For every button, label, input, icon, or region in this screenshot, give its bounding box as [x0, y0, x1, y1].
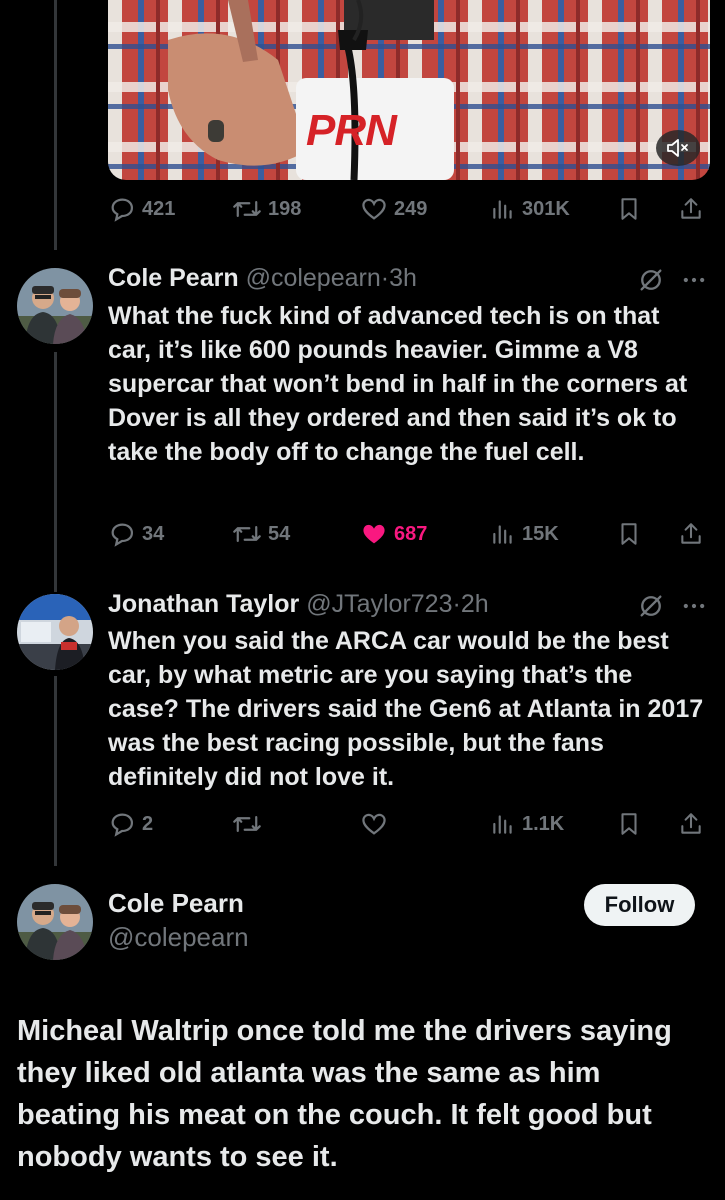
reply-button[interactable]: 421	[108, 194, 175, 224]
repost-button[interactable]: 54	[232, 519, 290, 549]
avatar[interactable]	[17, 594, 93, 670]
avatar-photo	[17, 884, 93, 960]
views-icon	[493, 200, 512, 219]
thread-line	[54, 352, 57, 592]
views-button[interactable]: 15K	[490, 519, 559, 549]
repost-icon	[233, 815, 261, 833]
hidden-reply-icon[interactable]	[637, 266, 665, 294]
like-button[interactable]	[360, 809, 388, 839]
avatar-photo	[17, 268, 93, 344]
heart-icon	[362, 198, 386, 220]
action-bar: 2 1.1K	[108, 809, 708, 839]
author-name[interactable]: Cole Pearn	[108, 888, 244, 919]
tweet-text: When you said the ARCA car would be the …	[108, 627, 704, 791]
tweet-header: Jonathan Taylor @JTaylor723·2h	[108, 588, 489, 620]
repost-count: 198	[268, 197, 302, 220]
reply-button[interactable]: 2	[108, 809, 153, 839]
views-button[interactable]: 301K	[490, 194, 570, 224]
bookmark-icon	[621, 523, 637, 545]
action-bar: 421 198 249 301K	[108, 194, 708, 224]
view-count: 301K	[522, 197, 570, 220]
views-button[interactable]: 1.1K	[490, 809, 564, 839]
reply-count: 2	[142, 812, 154, 835]
repost-button[interactable]	[232, 809, 262, 839]
tweet-header: Cole Pearn @colepearn·3h	[108, 262, 417, 294]
follow-button[interactable]: Follow	[584, 884, 695, 926]
reply-count: 421	[142, 197, 176, 220]
view-count: 1.1K	[522, 812, 565, 835]
like-button[interactable]: 249	[360, 194, 427, 224]
author-name[interactable]: Jonathan Taylor	[108, 590, 299, 618]
reply-icon	[111, 198, 134, 222]
author-handle[interactable]: @colepearn	[246, 264, 381, 292]
share-button[interactable]	[678, 809, 704, 839]
views-icon	[493, 815, 512, 834]
author-name[interactable]: Cole Pearn	[108, 264, 239, 292]
like-button[interactable]: 687	[360, 519, 427, 549]
separator-dot: ·	[452, 590, 461, 618]
mic-flag-logo: PRN	[306, 106, 397, 155]
view-count: 15K	[522, 522, 559, 545]
thread-line	[54, 676, 57, 866]
action-bar: 34 54 687 15K	[108, 519, 708, 549]
thread-line	[54, 0, 57, 250]
tweet-text: What the fuck kind of advanced tech is o…	[108, 302, 688, 466]
video-frame	[108, 0, 710, 180]
avatar-photo	[17, 594, 93, 670]
timestamp[interactable]: 3h	[389, 264, 417, 292]
hidden-reply-icon[interactable]	[637, 592, 665, 620]
mute-button[interactable]	[656, 130, 700, 166]
repost-button[interactable]: 198	[232, 194, 301, 224]
bookmark-button[interactable]	[616, 194, 642, 224]
like-count: 249	[394, 197, 428, 220]
reply-button[interactable]: 34	[108, 519, 164, 549]
views-icon	[493, 525, 512, 544]
avatar[interactable]	[17, 268, 93, 344]
repost-count: 54	[268, 522, 291, 545]
avatar[interactable]	[17, 884, 93, 960]
speaker-mute-icon	[667, 139, 688, 157]
separator-dot: ·	[380, 264, 390, 292]
author-handle[interactable]: @colepearn	[108, 922, 249, 953]
share-button[interactable]	[678, 519, 704, 549]
bookmark-icon	[621, 813, 637, 835]
heart-icon	[362, 813, 386, 835]
repost-icon	[233, 525, 261, 543]
share-icon	[681, 523, 701, 544]
reply-count: 34	[142, 522, 165, 545]
more-options-icon[interactable]	[680, 592, 708, 620]
heart-filled-icon	[363, 524, 385, 544]
video-thumbnail[interactable]: PRN	[108, 0, 710, 180]
bookmark-button[interactable]	[616, 809, 642, 839]
repost-icon	[233, 200, 261, 218]
more-options-icon[interactable]	[680, 266, 708, 294]
timestamp[interactable]: 2h	[461, 590, 489, 618]
share-icon	[681, 198, 701, 219]
share-button[interactable]	[678, 194, 704, 224]
bookmark-button[interactable]	[616, 519, 642, 549]
reply-icon	[111, 813, 134, 837]
bookmark-icon	[621, 198, 637, 220]
reply-icon	[111, 523, 134, 547]
main-tweet-text: Micheal Waltrip once told me the drivers…	[17, 1015, 672, 1173]
author-handle[interactable]: @JTaylor723	[306, 590, 452, 618]
like-count: 687	[394, 522, 428, 545]
share-icon	[681, 813, 701, 834]
